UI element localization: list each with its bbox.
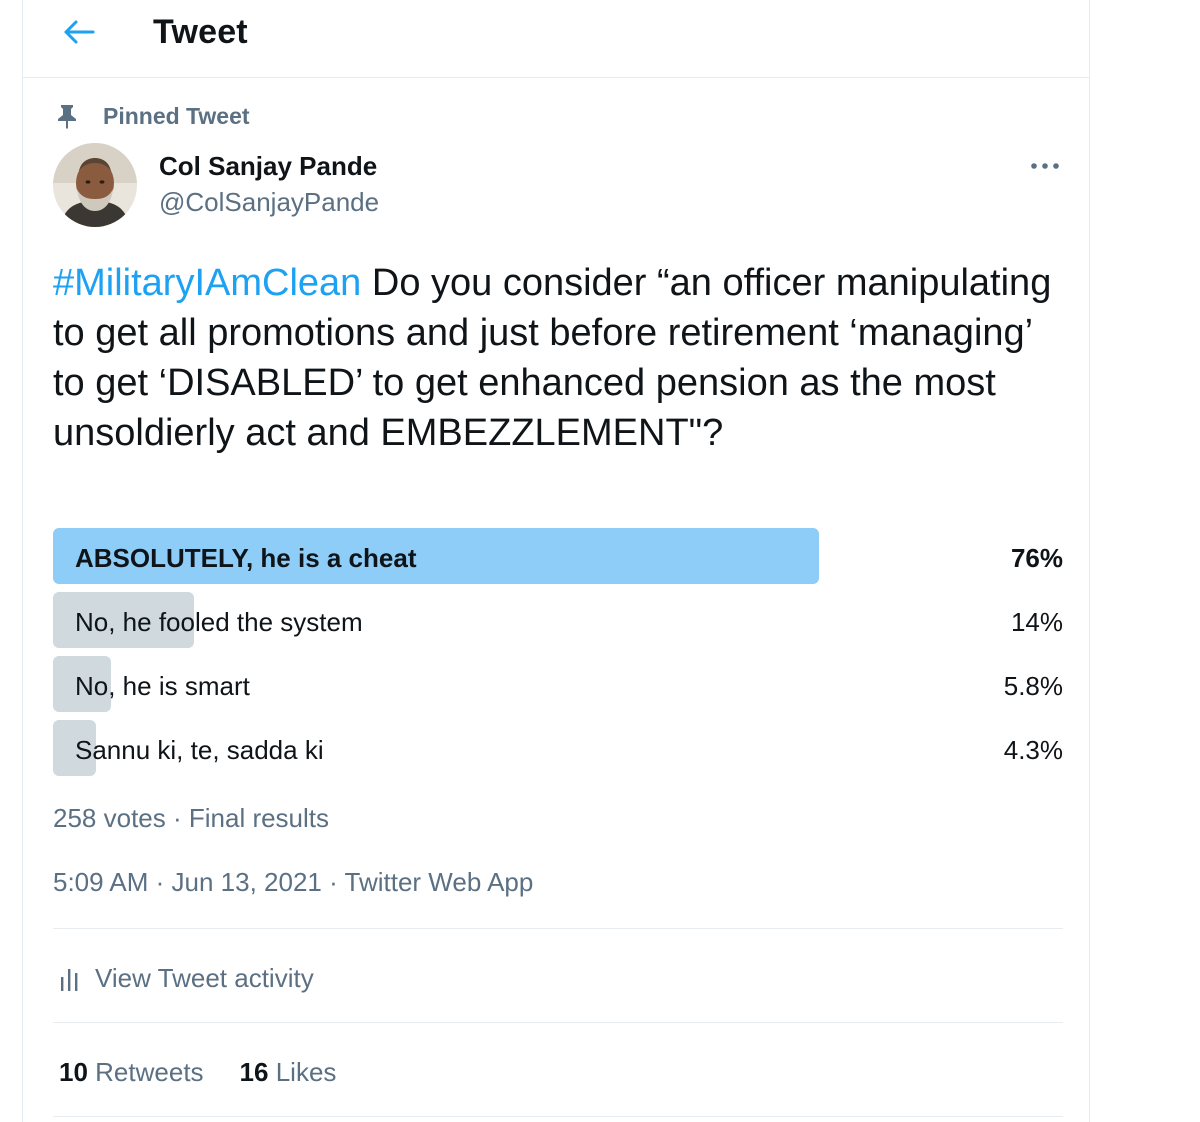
divider xyxy=(53,928,1063,929)
poll-status: Final results xyxy=(188,803,330,833)
pinned-label: Pinned Tweet xyxy=(103,102,250,129)
poll-votes: 258 votes xyxy=(53,803,166,833)
tweet-timestamp: 5:09 AM · Jun 13, 2021 · Twitter Web App xyxy=(53,867,534,897)
retweets-count: 10 xyxy=(59,1056,88,1087)
pinned-indicator: Pinned Tweet xyxy=(55,100,250,132)
poll-option-percent: 76% xyxy=(1010,543,1063,573)
view-tweet-activity-label: View Tweet activity xyxy=(95,962,314,993)
poll-option-label: ABSOLUTELY, he is a cheat xyxy=(75,543,417,573)
tweet-date[interactable]: Jun 13, 2021 xyxy=(172,867,322,897)
poll-option-label: No, he is smart xyxy=(75,671,250,701)
retweets-label: Retweets xyxy=(95,1056,204,1087)
tweet-text: #MilitaryIAmClean Do you consider “an of… xyxy=(53,258,1073,458)
poll-option-label: Sannu ki, te, sadda ki xyxy=(75,735,324,765)
poll-option-percent: 4.3% xyxy=(1003,735,1063,765)
likes-label: Likes xyxy=(275,1056,337,1087)
retweets-stat[interactable]: 10 Retweets xyxy=(59,1057,204,1088)
tweet-time[interactable]: 5:09 AM xyxy=(53,867,148,897)
poll-summary: 258 votes · Final results xyxy=(53,803,330,833)
likes-count: 16 xyxy=(239,1056,269,1087)
top-bar: Tweet xyxy=(23,0,1089,78)
tweet-source[interactable]: Twitter Web App xyxy=(345,867,534,897)
poll-option: No, he is smart 5.8% xyxy=(53,656,1063,712)
divider xyxy=(53,1022,1063,1023)
likes-stat[interactable]: 16 Likes xyxy=(240,1057,337,1088)
hashtag-link[interactable]: #MilitaryIAmClean xyxy=(53,262,361,304)
tweet-column: Tweet Pinned Tweet Col Sanjay Pande @Col… xyxy=(22,0,1090,1122)
poll-option-percent: 5.8% xyxy=(1003,671,1063,701)
poll-option-percent: 14% xyxy=(1010,607,1063,637)
poll-option: No, he fooled the system 14% xyxy=(53,592,1063,648)
view-tweet-activity-button[interactable]: View Tweet activity xyxy=(59,956,314,1000)
author-handle[interactable]: @ColSanjayPande xyxy=(159,186,379,218)
poll-option: Sannu ki, te, sadda ki 4.3% xyxy=(53,720,1063,776)
author-name[interactable]: Col Sanjay Pande xyxy=(159,150,377,182)
divider xyxy=(53,1116,1063,1117)
poll-option-label: No, he fooled the system xyxy=(75,607,363,637)
back-button[interactable] xyxy=(59,12,99,52)
page-title: Tweet xyxy=(153,13,248,51)
pin-icon xyxy=(55,102,79,130)
poll-option: ABSOLUTELY, he is a cheat 76% xyxy=(53,528,1063,584)
tweet-stats: 10 Retweets 16 Likes xyxy=(59,1050,372,1094)
bar-chart-icon xyxy=(59,965,81,991)
more-options-button[interactable] xyxy=(1023,148,1067,184)
arrow-left-icon xyxy=(64,20,95,44)
more-options-icon xyxy=(1031,163,1059,169)
page: Tweet Pinned Tweet Col Sanjay Pande @Col… xyxy=(0,0,1200,1122)
poll: ABSOLUTELY, he is a cheat 76% No, he foo… xyxy=(53,528,1063,784)
avatar[interactable] xyxy=(53,143,137,227)
